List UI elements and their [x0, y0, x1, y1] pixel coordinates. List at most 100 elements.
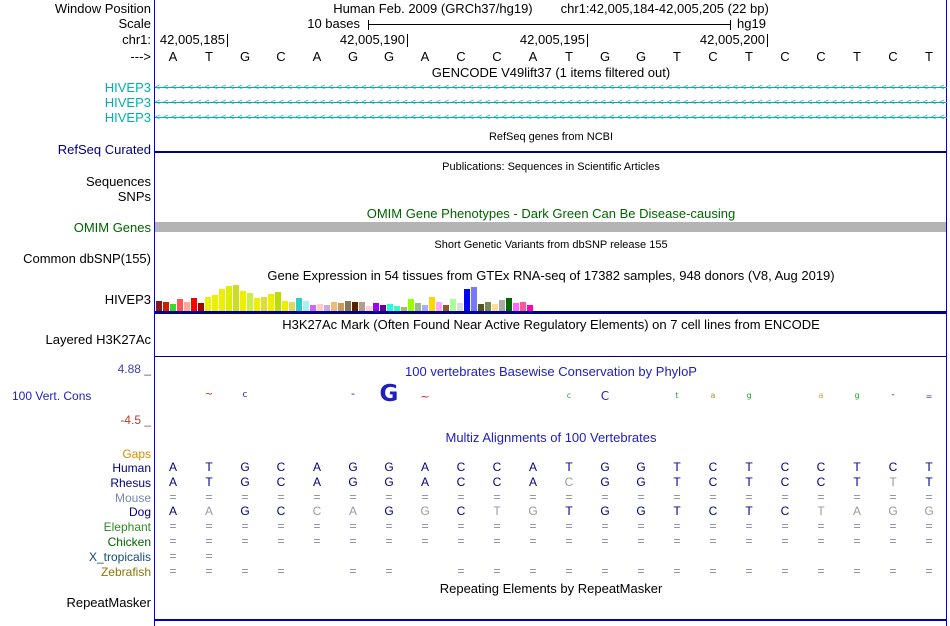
gtex-expression-bar[interactable] [492, 304, 498, 311]
gtex-expression-barchart [156, 285, 556, 311]
gtex-expression-bar[interactable] [387, 304, 393, 311]
conservation-logo-glyph: a [710, 391, 716, 400]
alignment-base [299, 564, 335, 578]
species-label-human[interactable]: Human [112, 461, 151, 475]
species-label-zebrafish[interactable]: Zebrafish [101, 565, 151, 579]
sequences-label[interactable]: Sequences [86, 175, 151, 189]
gtex-expression-bar[interactable] [506, 298, 512, 311]
gtex-expression-bar[interactable] [184, 302, 190, 311]
gtex-expression-bar[interactable] [464, 289, 470, 311]
gencode-gene-line[interactable]: <<<<<<<<<<<<<<<<<<<<<<<<<<<<<<<<<<<<<<<<… [155, 81, 947, 94]
position-range: chr1:42,005,184-42,005,205 (22 bp) [560, 1, 769, 16]
vert-cons-label[interactable]: 100 Vert. Cons [12, 389, 91, 403]
gtex-expression-bar[interactable] [471, 287, 477, 311]
alignment-base: = [817, 489, 825, 504]
gencode-item-label[interactable]: HIVEP3 [105, 111, 151, 125]
gtex-expression-bar[interactable] [415, 303, 421, 311]
gtex-expression-bar[interactable] [457, 303, 463, 311]
alignment-base: = [457, 489, 465, 504]
gtex-expression-bar[interactable] [170, 304, 176, 311]
gtex-gene-label[interactable]: HIVEP3 [105, 293, 151, 307]
species-label-chicken[interactable]: Chicken [108, 535, 151, 549]
gtex-expression-bar[interactable] [520, 302, 526, 311]
gtex-expression-bar[interactable] [478, 304, 484, 311]
genome-browser-image: Window Position Human Feb. 2009 (GRCh37/… [0, 0, 950, 626]
gtex-expression-bar[interactable] [240, 291, 246, 311]
conservation-logo-glyph: - [891, 390, 895, 400]
alignment-base: A [168, 460, 177, 474]
omim-track-title[interactable]: OMIM Gene Phenotypes - Dark Green Can Be… [155, 207, 947, 221]
h3k27ac-track-title[interactable]: H3K27Ac Mark (Often Found Near Active Re… [155, 318, 947, 332]
gtex-expression-bar[interactable] [226, 286, 232, 311]
gtex-expression-bar[interactable] [219, 289, 225, 311]
gtex-expression-bar[interactable] [352, 302, 358, 311]
reference-base: A [168, 49, 178, 64]
gtex-expression-bar[interactable] [513, 303, 519, 311]
phylop-track-title[interactable]: 100 vertebrates Basewise Conservation by… [155, 365, 947, 379]
layered-h3k27ac-label[interactable]: Layered H3K27Ac [45, 333, 151, 347]
gtex-expression-bar[interactable] [289, 302, 295, 311]
gtex-expression-bar[interactable] [408, 299, 414, 311]
gencode-track-title[interactable]: GENCODE V49lift37 (1 items filtered out) [155, 66, 947, 80]
gtex-expression-bar[interactable] [485, 302, 491, 311]
gencode-gene-line[interactable]: <<<<<<<<<<<<<<<<<<<<<<<<<<<<<<<<<<<<<<<<… [155, 96, 947, 109]
gtex-expression-bar[interactable] [254, 298, 260, 311]
alignment-base: A [312, 460, 321, 474]
omim-genes-label[interactable]: OMIM Genes [74, 221, 151, 235]
species-label-elephant[interactable]: Elephant [104, 520, 151, 534]
repeatmasker-label[interactable]: RepeatMasker [66, 596, 151, 610]
gtex-expression-bar[interactable] [233, 285, 239, 311]
alignment-base: C [708, 474, 718, 489]
gtex-expression-bar[interactable] [499, 300, 505, 311]
gtex-expression-bar[interactable] [205, 297, 211, 311]
multiz-track-title[interactable]: Multiz Alignments of 100 Vertebrates [155, 431, 947, 445]
gtex-expression-bar[interactable] [212, 295, 218, 311]
gencode-gene-line[interactable]: <<<<<<<<<<<<<<<<<<<<<<<<<<<<<<<<<<<<<<<<… [155, 111, 947, 124]
gtex-expression-bar[interactable] [296, 298, 302, 311]
common-dbsnp-label[interactable]: Common dbSNP(155) [23, 252, 151, 266]
gtex-expression-bar[interactable] [317, 304, 323, 311]
gtex-expression-bar[interactable] [345, 301, 351, 311]
omim-gene-bar[interactable] [155, 222, 947, 232]
alignment-base: A [168, 504, 177, 519]
publications-track-title[interactable]: Publications: Sequences in Scientific Ar… [155, 160, 947, 174]
gtex-expression-bar[interactable] [275, 292, 281, 311]
gtex-expression-bar[interactable] [450, 299, 456, 311]
species-label-mouse[interactable]: Mouse [115, 491, 151, 505]
species-label-x-tropicalis[interactable]: X_tropicalis [89, 550, 151, 564]
gtex-expression-bar[interactable] [268, 294, 274, 311]
gaps-label[interactable]: Gaps [122, 447, 151, 461]
gtex-track-title[interactable]: Gene Expression in 54 tissues from GTEx … [155, 269, 947, 283]
gtex-expression-bar[interactable] [163, 302, 169, 311]
species-label-rhesus[interactable]: Rhesus [110, 476, 151, 490]
refseq-track-title[interactable]: RefSeq genes from NCBI [155, 130, 947, 144]
refseq-gene-line[interactable] [155, 151, 947, 153]
gtex-expression-bar[interactable] [177, 299, 183, 311]
gencode-item-label[interactable]: HIVEP3 [105, 81, 151, 95]
alignment-base: = [889, 534, 897, 548]
gtex-expression-bar[interactable] [359, 302, 365, 311]
repeatmasker-track-title[interactable]: Repeating Elements by RepeatMasker [155, 582, 947, 596]
dbsnp-track-title[interactable]: Short Genetic Variants from dbSNP releas… [155, 238, 947, 252]
alignment-base: A [420, 474, 429, 489]
gtex-expression-bar[interactable] [156, 301, 162, 311]
gencode-item-label[interactable]: HIVEP3 [105, 96, 151, 110]
gtex-expression-bar[interactable] [429, 297, 435, 311]
gtex-expression-bar[interactable] [436, 302, 442, 311]
gtex-expression-bar[interactable] [338, 303, 344, 311]
species-label-dog[interactable]: Dog [129, 505, 151, 519]
alignment-base: = [457, 519, 465, 534]
gtex-expression-bar[interactable] [331, 302, 337, 311]
gtex-expression-bar[interactable] [261, 297, 267, 311]
gtex-expression-bar[interactable] [198, 303, 204, 311]
alignment-base: = [637, 489, 645, 504]
gtex-expression-bar[interactable] [247, 293, 253, 311]
alignment-base [839, 549, 875, 563]
gtex-expression-bar[interactable] [282, 301, 288, 311]
gtex-expression-bar[interactable] [303, 301, 309, 311]
strand-arrow-label[interactable]: ---> [130, 50, 151, 64]
refseq-curated-label[interactable]: RefSeq Curated [58, 143, 151, 157]
gtex-expression-bar[interactable] [373, 303, 379, 311]
snps-label[interactable]: SNPs [118, 190, 151, 204]
gtex-expression-bar[interactable] [191, 298, 197, 311]
